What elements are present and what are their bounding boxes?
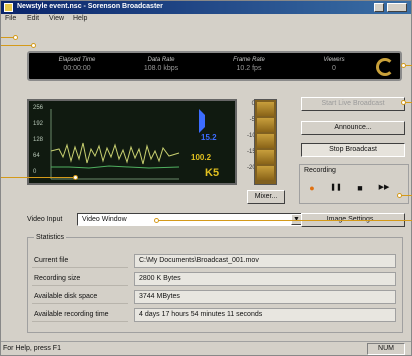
menu-bar: File Edit View Help <box>1 14 411 25</box>
status-message: For Help, press F1 <box>3 345 61 352</box>
y-mark: 64 <box>33 153 40 159</box>
app-window: Newstyle event.nsc - Sorenson Broadcaste… <box>0 0 412 356</box>
close-button[interactable] <box>387 3 407 12</box>
callout-dot <box>73 175 78 180</box>
start-broadcast-button[interactable]: Start Live Broadcast <box>301 97 405 111</box>
broadcast-logo-icon <box>376 58 394 76</box>
stat-label: Viewers <box>323 57 345 63</box>
stat-key: Recording size <box>32 272 128 286</box>
stop-icon[interactable]: ■ <box>354 183 366 193</box>
frame-rate-stat: Frame Rate 10.2 fps <box>209 57 289 72</box>
menu-file[interactable]: File <box>5 15 16 22</box>
data-rate-graph: 256 192 128 64 0 15.2 100.2 K5 <box>27 99 237 185</box>
stat-value: 4 days 17 hours 54 minutes 11 seconds <box>134 308 396 322</box>
stat-row-disk-space: Available disk space 3744 MBytes <box>32 290 398 304</box>
statistics-title: Statistics <box>34 234 67 241</box>
fast-forward-icon[interactable]: ▶▶ <box>378 183 390 193</box>
broadcast-stats-panel: Elapsed Time 00:00:00 Data Rate 108.0 kb… <box>27 51 402 81</box>
menu-help[interactable]: Help <box>73 15 87 22</box>
recording-group: Recording ● ❚❚ ■ ▶▶ <box>299 164 409 204</box>
y-mark: 256 <box>33 105 44 111</box>
pause-icon[interactable]: ❚❚ <box>330 183 342 193</box>
video-input-label: Video Input <box>27 216 63 223</box>
meter-segment <box>257 150 274 164</box>
callout-line <box>1 45 33 46</box>
stat-key: Available recording time <box>32 308 128 322</box>
stat-value: 3744 MBytes <box>134 290 396 304</box>
recording-label: Recording <box>304 167 336 174</box>
elapsed-time-stat: Elapsed Time 00:00:00 <box>37 57 117 72</box>
viewers-stat: Viewers 0 <box>294 57 374 72</box>
minimize-button[interactable] <box>374 3 384 12</box>
graph-value-bottom: 100.2 <box>191 153 212 162</box>
window-title: Newstyle event.nsc - Sorenson Broadcaste… <box>17 3 163 10</box>
title-bar[interactable]: Newstyle event.nsc - Sorenson Broadcaste… <box>1 1 411 14</box>
status-bar: For Help, press F1 NUM <box>1 341 411 355</box>
meter-segment <box>257 134 274 148</box>
stat-label: Elapsed Time <box>58 57 96 63</box>
callout-dot <box>401 63 406 68</box>
stat-label: Frame Rate <box>233 57 265 63</box>
callout-dot <box>154 218 159 223</box>
callout-dot <box>31 43 36 48</box>
y-mark: 192 <box>33 121 44 127</box>
stat-row-recording-time: Available recording time 4 days 17 hours… <box>32 308 398 322</box>
statistics-group: Statistics Current file C:\My Documents\… <box>27 234 403 333</box>
stat-key: Available disk space <box>32 290 128 304</box>
menu-view[interactable]: View <box>49 15 64 22</box>
callout-dot <box>397 193 402 198</box>
stop-broadcast-button[interactable]: Stop Broadcast <box>301 143 405 157</box>
data-rate-stat: Data Rate 108.0 kbps <box>121 57 201 72</box>
callout-line <box>156 220 412 221</box>
meter-segment <box>257 102 274 116</box>
stat-value: C:\My Documents\Broadcast_001.mov <box>134 254 396 268</box>
meter-segment <box>257 166 274 180</box>
rate-indicator-icon <box>199 109 205 133</box>
frame-rate-trace <box>51 165 180 169</box>
graph-value-top: 15.2 <box>201 133 217 142</box>
stat-key: Current file <box>32 254 128 268</box>
stat-label: Data Rate <box>147 57 175 63</box>
audio-level-meter <box>254 99 277 185</box>
stat-row-current-file: Current file C:\My Documents\Broadcast_0… <box>32 254 398 268</box>
data-rate-trace <box>50 142 180 165</box>
stat-value: 108.0 kbps <box>143 65 179 72</box>
callout-dot <box>13 35 18 40</box>
stat-value: 00:00:00 <box>63 65 91 72</box>
menu-edit[interactable]: Edit <box>27 15 39 22</box>
mixer-button[interactable]: Mixer... <box>247 190 285 204</box>
stat-value: 0 <box>332 65 336 72</box>
stat-value: 2800 K Bytes <box>134 272 396 286</box>
callout-dot <box>401 100 406 105</box>
main-panel: 256 192 128 64 0 15.2 100.2 K5 0 -5 -10 … <box>19 89 411 232</box>
num-lock-indicator: NUM <box>367 343 405 355</box>
y-mark: 0 <box>33 169 37 175</box>
record-icon[interactable]: ● <box>306 183 318 193</box>
meter-segment <box>257 118 274 132</box>
callout-line <box>1 177 75 178</box>
stat-value: 10.2 fps <box>236 65 262 72</box>
app-icon <box>4 3 13 12</box>
announce-button[interactable]: Announce... <box>301 121 405 135</box>
speed-icon: K5 <box>205 167 220 179</box>
stat-row-recording-size: Recording size 2800 K Bytes <box>32 272 398 286</box>
y-mark: 128 <box>33 137 44 143</box>
